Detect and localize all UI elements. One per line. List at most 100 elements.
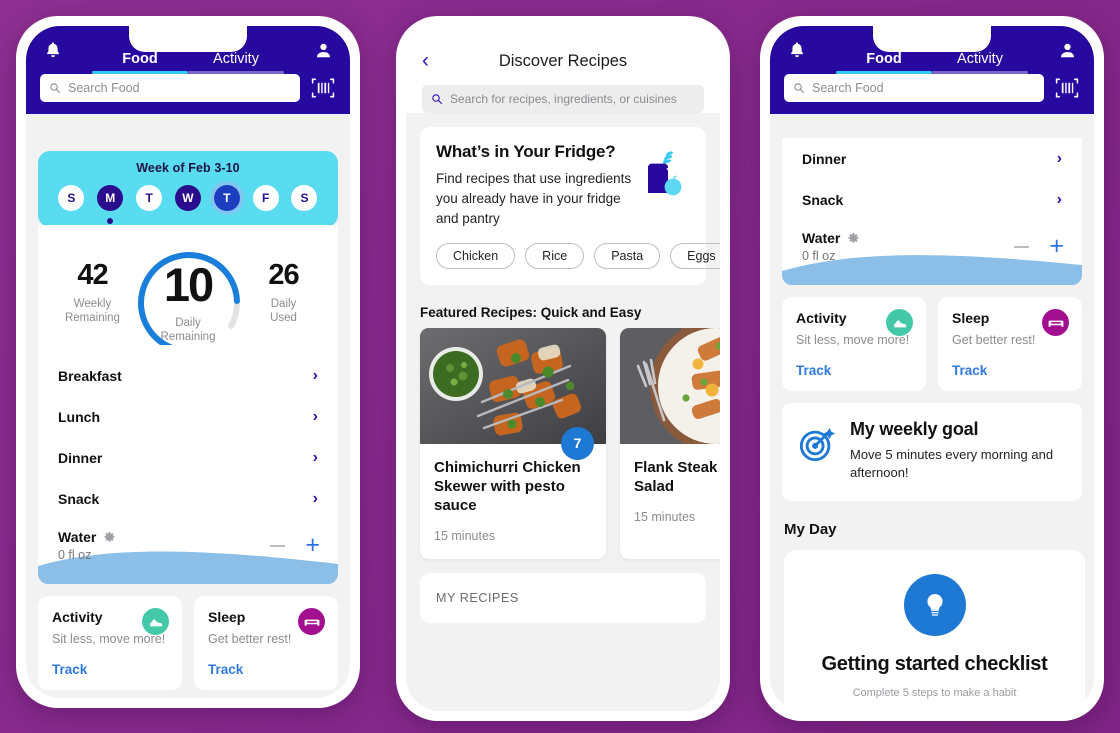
tab-activity[interactable]: Activity — [932, 51, 1028, 74]
featured-section-title: Featured Recipes: Quick and Easy — [420, 304, 642, 320]
meal-row-snack[interactable]: Snack › — [782, 179, 1082, 220]
sleep-card[interactable]: Sleep Get better rest! Track — [194, 596, 338, 690]
daily-remaining-ring: 10 Daily Remaining — [127, 241, 249, 345]
sleep-card[interactable]: Sleep Get better rest! Track — [938, 297, 1082, 391]
sleep-track-link[interactable]: Track — [952, 363, 1068, 378]
phone-mockup-1: Food Activity Search Food Week of Feb 3-… — [16, 16, 360, 708]
week-strip-card: Week of Feb 3-10 S M T W T F S — [38, 151, 338, 227]
chip-eggs[interactable]: Eggs — [670, 242, 720, 269]
gear-icon[interactable] — [847, 232, 860, 245]
meal-row-dinner[interactable]: Dinner › — [38, 437, 338, 478]
sleep-track-link[interactable]: Track — [208, 662, 324, 677]
day-sat-label: S — [300, 191, 309, 205]
day-sat[interactable]: S — [291, 185, 318, 211]
water-controls: + — [1014, 234, 1064, 259]
weekly-remaining-stat: 42 Weekly Remaining — [58, 260, 127, 326]
day-mon[interactable]: M — [97, 185, 124, 224]
tab-food-label: Food — [122, 51, 158, 67]
recipe-badge-count: 7 — [561, 426, 594, 460]
profile-icon[interactable] — [1054, 37, 1080, 63]
search-input[interactable]: Search Food — [40, 74, 300, 102]
target-icon — [798, 425, 836, 463]
weekly-goal-text: My weekly goal Move 5 minutes every morn… — [850, 419, 1066, 483]
daily-used-stat: 26 Daily Used — [249, 258, 318, 326]
chevron-right-icon: › — [312, 366, 318, 384]
water-decrement-button[interactable] — [270, 544, 286, 547]
day-thu-label: T — [223, 191, 231, 205]
bed-icon — [298, 608, 325, 635]
checklist-title: Getting started checklist — [821, 652, 1048, 675]
phone2-content[interactable]: What’s in Your Fridge? Find recipes that… — [406, 127, 720, 624]
day-wed-label: W — [182, 191, 194, 205]
water-label: Water — [802, 230, 841, 246]
bell-icon[interactable] — [784, 37, 810, 63]
tab-food[interactable]: Food — [92, 51, 188, 74]
recipe-card-flank-steak[interactable]: Flank Steak Citrus Salad 15 minutes — [620, 327, 720, 560]
chip-chicken[interactable]: Chicken — [436, 242, 516, 269]
day-sun[interactable]: S — [58, 185, 85, 211]
fridge-body: Find recipes that use ingredients you al… — [436, 171, 632, 226]
activity-track-link[interactable]: Track — [52, 662, 168, 677]
recipe-card-chimichurri[interactable]: 7 Chimichurri Chicken Skewer with pesto … — [420, 327, 606, 560]
recipe-search-input[interactable]: Search for recipes, ingredients, or cuis… — [422, 85, 704, 113]
search-icon — [794, 83, 805, 94]
chip-rice[interactable]: Rice — [525, 242, 585, 269]
my-recipes-section[interactable]: MY RECIPES — [420, 573, 706, 624]
phone2-notch — [504, 26, 622, 52]
activity-track-link[interactable]: Track — [796, 363, 912, 378]
meal-row-breakfast[interactable]: Breakfast › — [38, 355, 338, 396]
meal-row-lunch[interactable]: Lunch › — [38, 396, 338, 437]
tab-activity[interactable]: Activity — [188, 51, 284, 74]
recipe-card-body: Chimichurri Chicken Skewer with pesto sa… — [420, 444, 606, 560]
meal-label-dinner: Dinner — [58, 449, 103, 466]
bed-icon — [1042, 309, 1069, 336]
phone1-search-row: Search Food — [26, 74, 350, 102]
barcode-scanner-icon[interactable] — [310, 76, 336, 100]
my-recipes-label: MY RECIPES — [436, 591, 519, 606]
meal-row-snack[interactable]: Snack › — [38, 478, 338, 519]
gear-icon[interactable] — [103, 531, 116, 544]
search-input[interactable]: Search Food — [784, 74, 1044, 102]
daily-used-label: Daily Used — [249, 297, 318, 326]
water-increment-button[interactable]: + — [1049, 234, 1064, 259]
meal-row-dinner[interactable]: Dinner › — [782, 138, 1082, 179]
weekly-remaining-label-2: Remaining — [64, 312, 120, 324]
grocery-bag-icon — [638, 149, 686, 205]
phone1-scroll-area[interactable]: Week of Feb 3-10 S M T W T F S 42 Weekly… — [26, 138, 350, 698]
phone-mockup-3: Food Activity Search Food Dinner › Snack… — [760, 16, 1104, 721]
screenshot-stage: Food Activity Search Food Week of Feb 3-… — [0, 0, 1120, 733]
meal-label-dinner: Dinner — [802, 150, 847, 167]
chip-pasta[interactable]: Pasta — [594, 242, 661, 269]
day-fri-label: F — [261, 191, 270, 205]
daily-used-label-1: Daily — [270, 297, 297, 310]
weekly-remaining-label-1: Weekly — [73, 297, 112, 310]
day-tue[interactable]: T — [136, 185, 163, 211]
phone3-scroll-area[interactable]: Dinner › Snack › Water 0 fl oz + Activit… — [770, 138, 1094, 711]
week-days: S M T W T F S — [38, 175, 338, 224]
phone1-screen: Food Activity Search Food Week of Feb 3-… — [26, 26, 350, 698]
water-decrement-button[interactable] — [1014, 245, 1030, 248]
weekly-remaining-label: Weekly Remaining — [58, 297, 127, 326]
barcode-scanner-icon[interactable] — [1054, 76, 1080, 100]
recipe-title: Flank Steak Citrus Salad — [634, 458, 720, 496]
day-wed[interactable]: W — [174, 185, 201, 211]
tab-food[interactable]: Food — [836, 51, 932, 74]
back-chevron-icon[interactable]: ‹ — [422, 50, 429, 71]
day-fri[interactable]: F — [252, 185, 279, 211]
daily-used-value: 26 — [268, 258, 299, 291]
recipe-time: 15 minutes — [434, 529, 496, 544]
phone-mockup-2: ‹ Discover Recipes Search for recipes, i… — [396, 16, 730, 721]
bell-icon[interactable] — [40, 37, 66, 63]
recipe-card-body: Flank Steak Citrus Salad 15 minutes — [620, 444, 720, 540]
phone2-screen: ‹ Discover Recipes Search for recipes, i… — [406, 26, 720, 711]
water-controls: + — [270, 533, 320, 558]
water-increment-button[interactable]: + — [305, 533, 320, 558]
getting-started-checklist-card[interactable]: Getting started checklist Complete 5 ste… — [784, 549, 1085, 711]
water-tracker-row: Water 0 fl oz + — [38, 519, 338, 584]
activity-card[interactable]: Activity Sit less, move more! Track — [38, 596, 182, 690]
activity-card[interactable]: Activity Sit less, move more! Track — [782, 297, 926, 391]
profile-icon[interactable] — [310, 37, 336, 63]
day-thu-today[interactable]: T — [213, 185, 240, 211]
weekly-goal-card[interactable]: My weekly goal Move 5 minutes every morn… — [782, 403, 1082, 501]
day-tue-label: T — [145, 191, 153, 205]
